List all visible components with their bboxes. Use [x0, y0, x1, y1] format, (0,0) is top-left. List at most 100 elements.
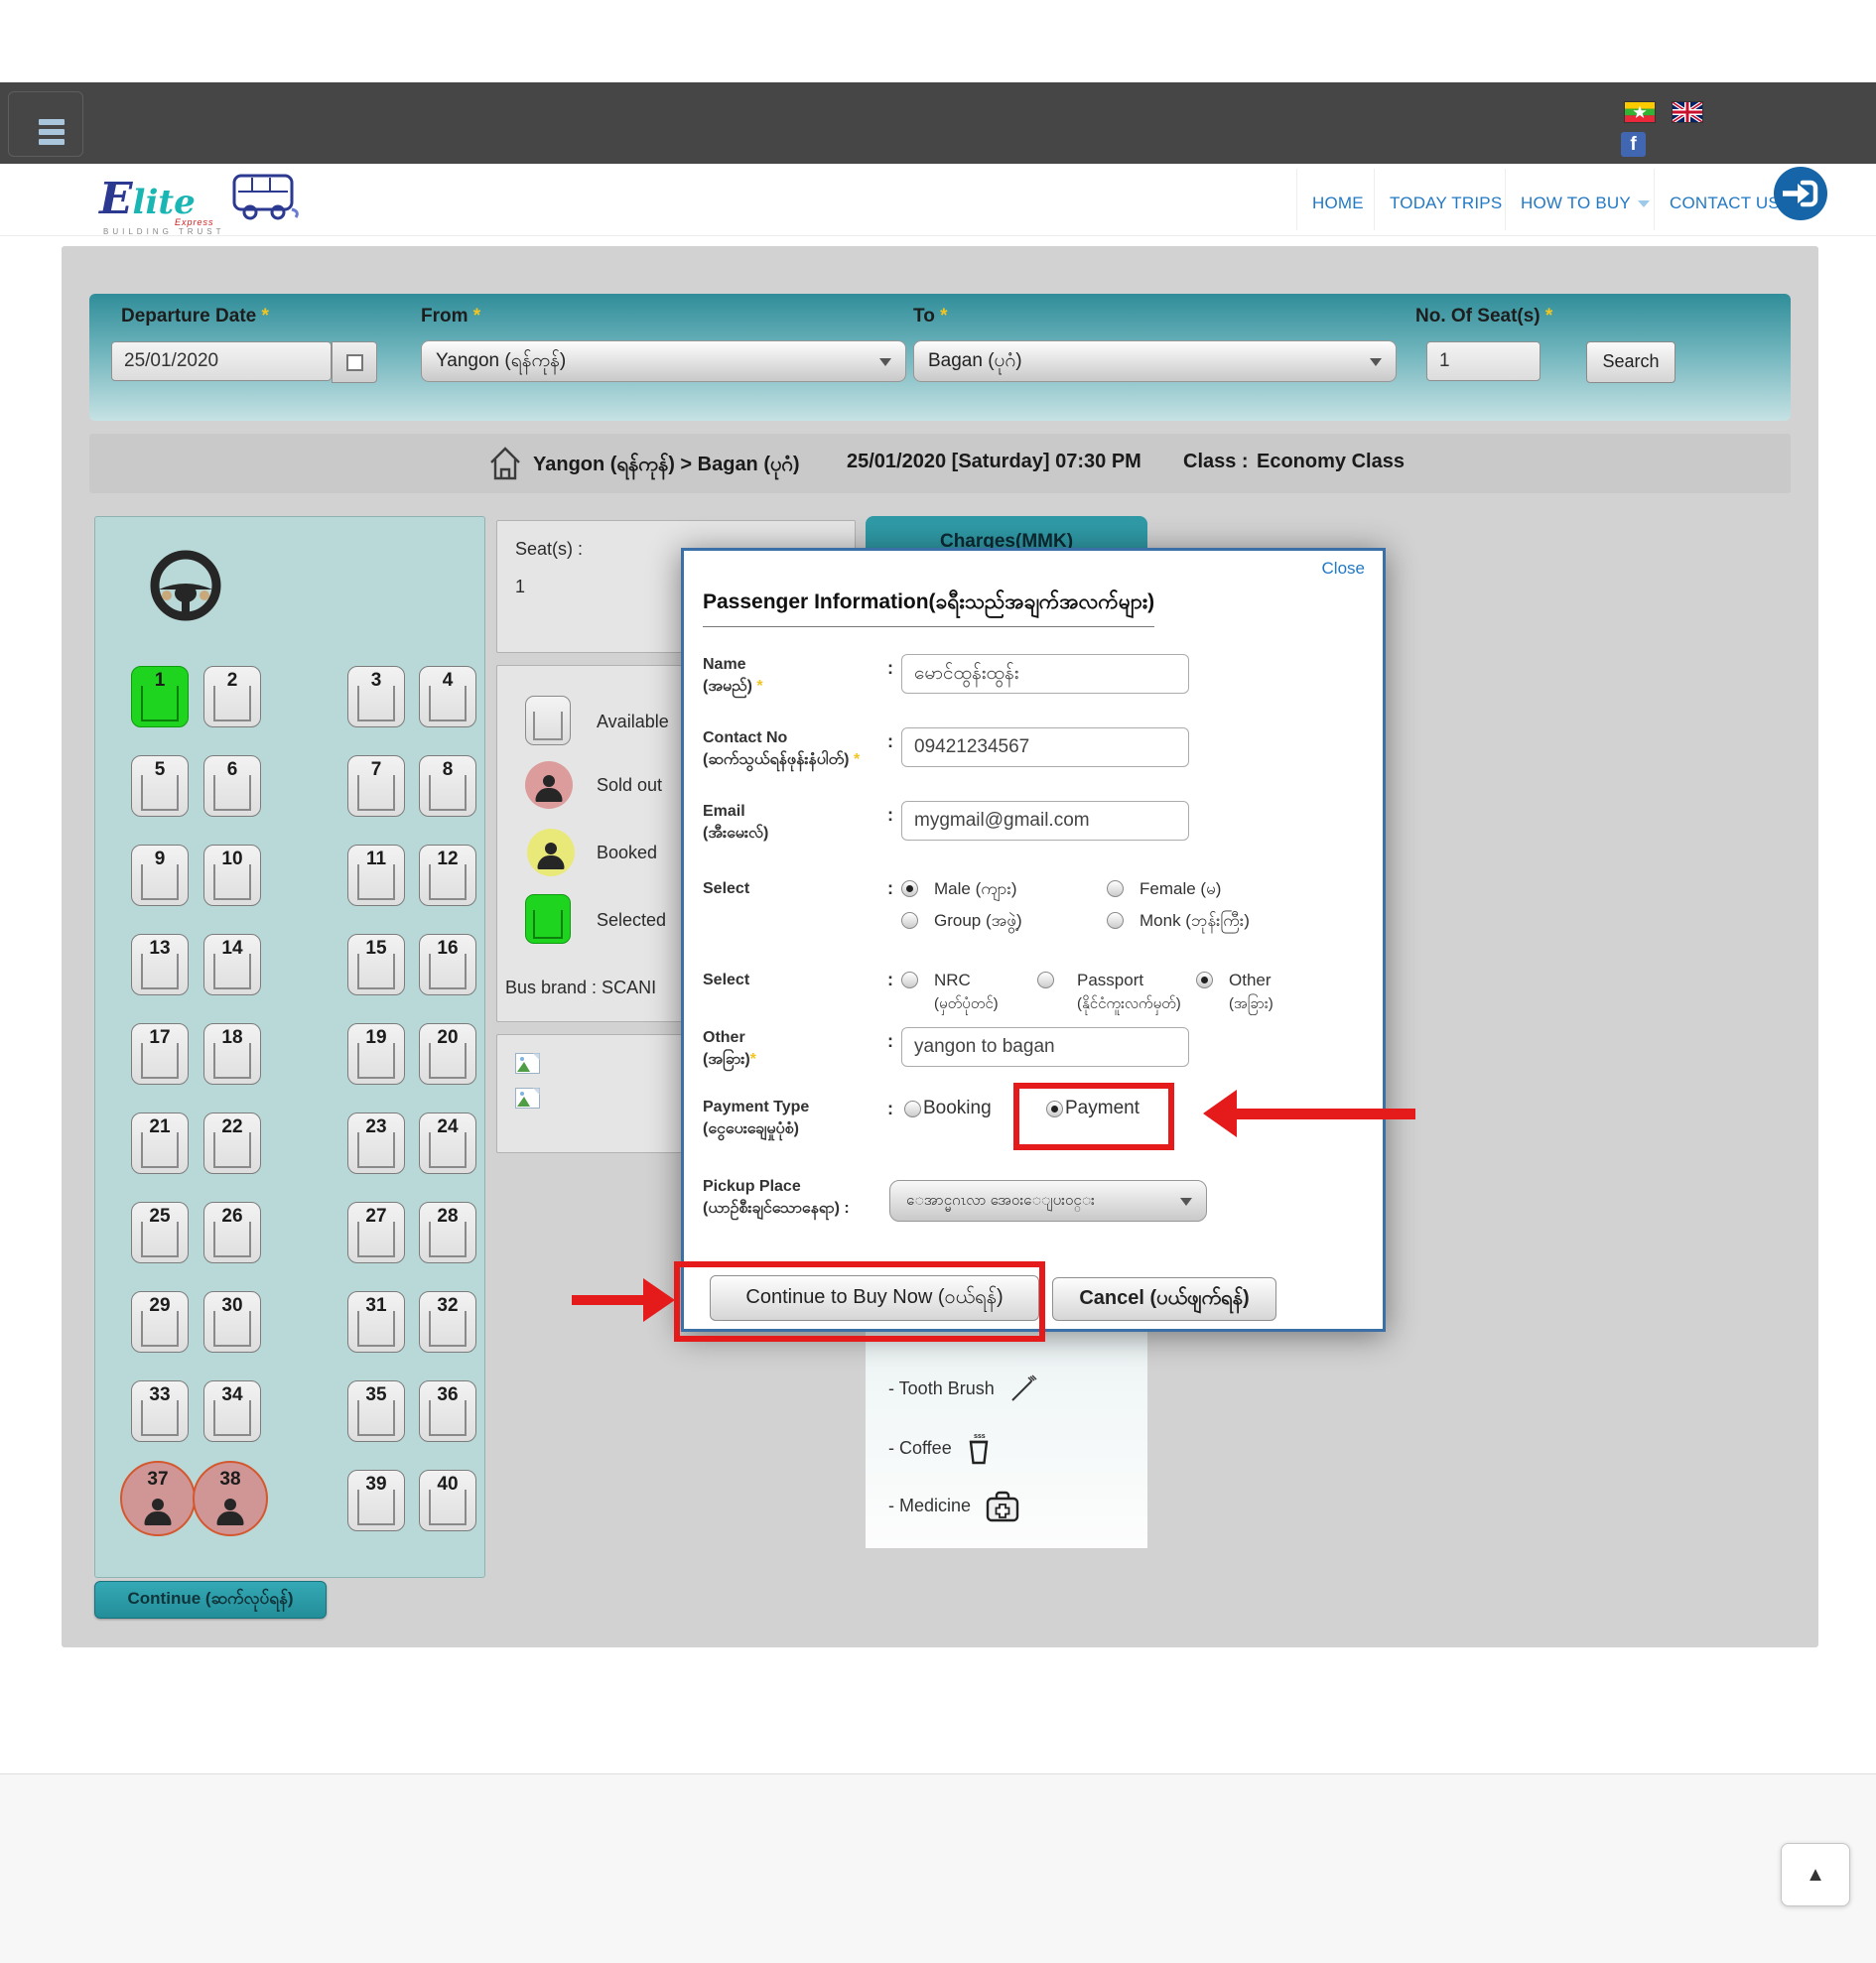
colon: :: [887, 1099, 893, 1119]
seat-count-input[interactable]: 1: [1426, 341, 1541, 381]
seat-24[interactable]: 24: [419, 1112, 476, 1174]
scroll-to-top-button[interactable]: ▲: [1781, 1843, 1850, 1906]
departure-date-input[interactable]: 25/01/2020: [111, 341, 332, 381]
pickup-place-select[interactable]: ေအာင္မဂၤလာ အေဝးေျပးဝင္း: [889, 1180, 1207, 1222]
sold-out-icon: [525, 761, 573, 809]
seat-17[interactable]: 17: [131, 1023, 189, 1085]
menu-toggle-button[interactable]: [8, 91, 83, 157]
seat-3[interactable]: 3: [347, 666, 405, 727]
seat-26[interactable]: 26: [203, 1202, 261, 1263]
seat-25[interactable]: 25: [131, 1202, 189, 1263]
search-button[interactable]: Search: [1586, 341, 1675, 383]
radio-group[interactable]: [901, 912, 918, 929]
seat-20[interactable]: 20: [419, 1023, 476, 1085]
legend-booked-label: Booked: [597, 843, 657, 863]
cancel-button[interactable]: Cancel (ပယ်ဖျက်ရန်): [1052, 1277, 1276, 1321]
other-label: Other(အခြား)*: [703, 1027, 756, 1071]
seat-10[interactable]: 10: [203, 845, 261, 906]
email-label: Email(အီးမေးလ်): [703, 801, 768, 845]
nav-separator: [1374, 169, 1375, 230]
nav-separator: [1296, 169, 1297, 230]
calendar-button[interactable]: [332, 341, 377, 383]
seat-39[interactable]: 39: [347, 1470, 405, 1531]
radio-male[interactable]: [901, 880, 918, 897]
seat-33[interactable]: 33: [131, 1380, 189, 1442]
seat-2[interactable]: 2: [203, 666, 261, 727]
myanmar-flag-icon[interactable]: [1625, 102, 1655, 122]
seat-1[interactable]: 1: [131, 666, 189, 727]
seat-16[interactable]: 16: [419, 934, 476, 995]
other-input[interactable]: yangon to bagan: [901, 1027, 1189, 1067]
colon: :: [887, 658, 893, 679]
radio-passport-label[interactable]: Passport: [1077, 971, 1143, 990]
seat-21[interactable]: 21: [131, 1112, 189, 1174]
from-select[interactable]: Yangon (ရန်ကုန်): [421, 340, 906, 382]
coffee-cup-icon: sss: [965, 1432, 993, 1466]
seat-map-panel: 1234567891011121314151617181920212223242…: [94, 516, 485, 1578]
seats-value: 1: [515, 577, 525, 597]
seat-31[interactable]: 31: [347, 1291, 405, 1353]
seat-9[interactable]: 9: [131, 845, 189, 906]
seat-12[interactable]: 12: [419, 845, 476, 906]
chevron-down-icon: [1370, 358, 1382, 366]
seat-6[interactable]: 6: [203, 755, 261, 817]
seat-11[interactable]: 11: [347, 845, 405, 906]
seat-sold-38: 38: [193, 1461, 268, 1536]
colon: :: [887, 805, 893, 826]
seat-4[interactable]: 4: [419, 666, 476, 727]
seat-5[interactable]: 5: [131, 755, 189, 817]
radio-monk[interactable]: [1107, 912, 1124, 929]
radio-passport[interactable]: [1037, 972, 1054, 988]
to-select[interactable]: Bagan (ပုဂံ): [913, 340, 1397, 382]
seat-29[interactable]: 29: [131, 1291, 189, 1353]
seat-18[interactable]: 18: [203, 1023, 261, 1085]
uk-flag-icon[interactable]: [1673, 102, 1702, 122]
radio-booking[interactable]: [904, 1101, 921, 1117]
seat-23[interactable]: 23: [347, 1112, 405, 1174]
seat-13[interactable]: 13: [131, 934, 189, 995]
radio-nrc-label[interactable]: NRC: [934, 971, 971, 990]
seat-14[interactable]: 14: [203, 934, 261, 995]
seat-30[interactable]: 30: [203, 1291, 261, 1353]
radio-nrc[interactable]: [901, 972, 918, 988]
continue-button[interactable]: Continue (ဆက်လုပ်ရန်): [94, 1581, 327, 1619]
radio-male-label[interactable]: Male (ကျား): [934, 879, 1017, 899]
elite-logo[interactable]: Elite Express BUILDING TRUST: [99, 174, 328, 231]
radio-female-label[interactable]: Female (မ): [1139, 879, 1221, 899]
top-bar: f: [0, 82, 1876, 164]
radio-monk-label[interactable]: Monk (ဘုန်းကြီး): [1139, 911, 1250, 931]
seat-35[interactable]: 35: [347, 1380, 405, 1442]
payment-arrow: [1203, 1090, 1415, 1137]
radio-female[interactable]: [1107, 880, 1124, 897]
radio-booking-label[interactable]: Booking: [923, 1099, 992, 1118]
seat-22[interactable]: 22: [203, 1112, 261, 1174]
nav-contact-us[interactable]: CONTACT US: [1670, 194, 1780, 213]
login-icon[interactable]: [1773, 166, 1828, 221]
nav-separator: [1505, 169, 1506, 230]
radio-other-id-label[interactable]: Other: [1229, 971, 1272, 990]
seat-36[interactable]: 36: [419, 1380, 476, 1442]
email-input[interactable]: mygmail@gmail.com: [901, 801, 1189, 841]
nav-home[interactable]: HOME: [1312, 194, 1364, 213]
seat-32[interactable]: 32: [419, 1291, 476, 1353]
nav-how-to-buy[interactable]: HOW TO BUY: [1521, 194, 1650, 213]
close-button[interactable]: Close: [1322, 559, 1365, 579]
contact-input[interactable]: 09421234567: [901, 727, 1189, 767]
seat-28[interactable]: 28: [419, 1202, 476, 1263]
seat-sold-37: 37: [120, 1461, 196, 1536]
seat-34[interactable]: 34: [203, 1380, 261, 1442]
radio-other-id[interactable]: [1196, 972, 1213, 988]
seat-15[interactable]: 15: [347, 934, 405, 995]
bus-brand-text: Bus brand : SCANI: [505, 978, 656, 998]
seat-8[interactable]: 8: [419, 755, 476, 817]
seat-19[interactable]: 19: [347, 1023, 405, 1085]
seat-40[interactable]: 40: [419, 1470, 476, 1531]
name-input[interactable]: မောင်ထွန်းထွန်း: [901, 654, 1189, 694]
radio-group-label[interactable]: Group (အဖွဲ့): [934, 911, 1022, 931]
logo-tagline: BUILDING TRUST: [103, 227, 225, 236]
nav-today-trips[interactable]: TODAY TRIPS: [1390, 194, 1502, 213]
seat-7[interactable]: 7: [347, 755, 405, 817]
facebook-icon[interactable]: f: [1621, 132, 1646, 157]
seat-27[interactable]: 27: [347, 1202, 405, 1263]
continue-arrow: [572, 1278, 675, 1322]
